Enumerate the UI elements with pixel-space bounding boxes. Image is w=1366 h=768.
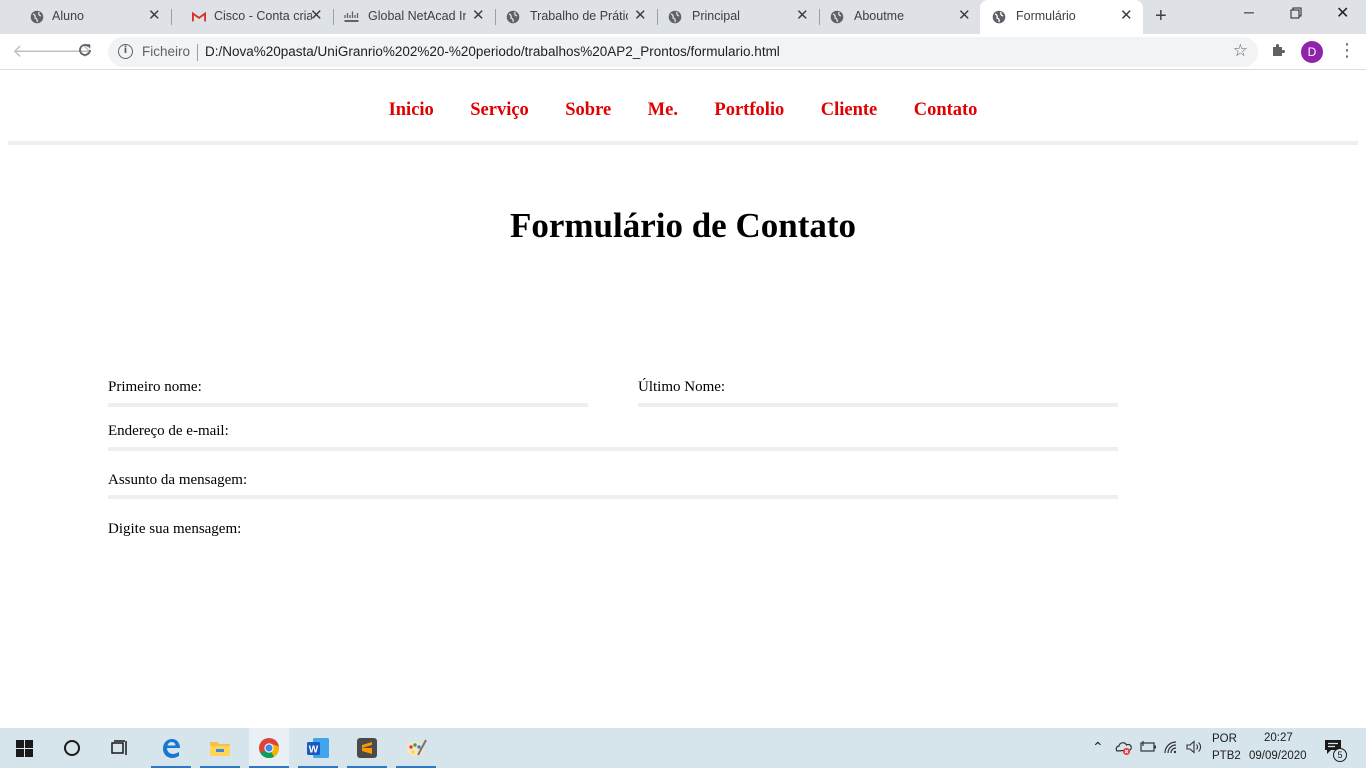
scheme-label: Ficheiro [142, 44, 191, 59]
url-text[interactable]: D:/Nova%20pasta/UniGranrio%202%20-%20per… [205, 44, 780, 59]
wifi-icon[interactable] [1163, 740, 1181, 757]
volume-icon[interactable] [1186, 740, 1204, 757]
globe-icon [30, 10, 44, 24]
bookmark-star-icon[interactable]: ☆ [1233, 41, 1248, 61]
extensions-icon[interactable] [1270, 42, 1286, 63]
globe-icon [506, 10, 520, 24]
battery-icon[interactable] [1139, 740, 1157, 757]
tab-principal[interactable]: Principal ✕ [656, 0, 818, 34]
last-name-label: Último Nome: [638, 379, 726, 395]
paint-icon[interactable] [396, 728, 436, 768]
first-name-label: Primeiro nome: [108, 379, 202, 395]
close-window-button[interactable]: ✕ [1336, 3, 1349, 23]
cisco-icon [344, 10, 360, 24]
restore-button[interactable] [1290, 6, 1302, 22]
subject-input[interactable] [108, 495, 1118, 499]
tab-aluno[interactable]: Aluno ✕ [8, 0, 170, 34]
tab-cisco-conta[interactable]: Cisco - Conta criada ✕ [170, 0, 332, 34]
address-divider [197, 44, 198, 61]
chrome-icon[interactable] [249, 728, 289, 768]
tab-title: Cisco - Conta criada [214, 9, 312, 23]
nav-link-sobre[interactable]: Sobre [565, 100, 611, 120]
new-tab-button[interactable]: + [1155, 6, 1167, 26]
close-icon[interactable]: ✕ [148, 8, 161, 24]
tab-title: Trabalho de Prática [530, 9, 628, 23]
info-icon[interactable]: i [118, 44, 133, 59]
browser-tab-strip: Aluno ✕ Cisco - Conta criada ✕ Global Ne… [0, 0, 1366, 34]
file-explorer-icon[interactable] [200, 728, 240, 768]
tab-title: Aboutme [854, 9, 905, 23]
windows-taskbar: W ⌃ POR PTB2 20:27 09/09/2020 5 [0, 728, 1366, 768]
email-input[interactable] [108, 447, 1118, 451]
nav-link-contato[interactable]: Contato [914, 100, 978, 120]
start-icon[interactable] [4, 728, 44, 768]
sublime-icon[interactable] [347, 728, 387, 768]
globe-icon [668, 10, 682, 24]
nav-divider [8, 141, 1358, 145]
globe-icon [830, 10, 844, 24]
reload-button[interactable] [77, 42, 93, 62]
clock-time[interactable]: 20:27 [1264, 732, 1293, 744]
page-title: Formulário de Contato [509, 206, 857, 245]
close-icon[interactable]: ✕ [796, 8, 809, 24]
close-icon[interactable]: ✕ [472, 8, 485, 24]
minimize-button[interactable]: ─ [1244, 4, 1254, 20]
browser-toolbar: 🡐 🡒 i Ficheiro D:/Nova%20pasta/UniGranri… [0, 34, 1366, 70]
tab-title: Global NetAcad Inf [368, 9, 466, 23]
gmail-icon [192, 10, 206, 24]
notification-count: 5 [1333, 748, 1347, 762]
task-view-icon[interactable] [100, 728, 140, 768]
close-icon[interactable]: ✕ [958, 8, 971, 24]
word-icon[interactable]: W [298, 728, 338, 768]
tab-title: Formulário [1016, 9, 1076, 23]
close-icon[interactable]: ✕ [634, 8, 647, 24]
input-language[interactable]: POR [1212, 733, 1237, 745]
tab-aboutme[interactable]: Aboutme ✕ [818, 0, 980, 34]
nav-link-servico[interactable]: Serviço [470, 100, 529, 120]
menu-icon[interactable]: ⋮ [1338, 40, 1356, 61]
close-icon[interactable]: ✕ [1120, 8, 1133, 24]
onedrive-error-icon[interactable] [1115, 740, 1133, 759]
clock-date[interactable]: 09/09/2020 [1249, 750, 1307, 762]
address-bar[interactable]: i Ficheiro D:/Nova%20pasta/UniGranrio%20… [108, 37, 1258, 67]
tab-formulario[interactable]: Formulário ✕ [980, 0, 1143, 34]
show-hidden-icons-icon[interactable]: ⌃ [1092, 739, 1104, 756]
close-icon[interactable]: ✕ [310, 8, 323, 24]
tab-global-netacad[interactable]: Global NetAcad Inf ✕ [332, 0, 494, 34]
tab-title: Aluno [52, 9, 84, 23]
first-name-input[interactable] [108, 403, 588, 407]
last-name-input[interactable] [638, 403, 1118, 407]
nav-link-inicio[interactable]: Inicio [389, 100, 434, 120]
tab-trabalho[interactable]: Trabalho de Prática ✕ [494, 0, 656, 34]
profile-avatar[interactable]: D [1301, 41, 1323, 63]
site-navigation: Inicio Serviço Sobre Me. Portfolio Clien… [0, 100, 1366, 121]
nav-link-cliente[interactable]: Cliente [821, 100, 878, 120]
search-icon[interactable] [52, 728, 92, 768]
globe-icon [992, 10, 1006, 24]
keyboard-layout[interactable]: PTB2 [1212, 750, 1241, 762]
nav-link-portfolio[interactable]: Portfolio [714, 100, 784, 120]
svg-text:W: W [309, 745, 319, 756]
subject-label: Assunto da mensagem: [108, 472, 248, 488]
nav-link-me[interactable]: Me. [648, 100, 678, 120]
edge-icon[interactable] [151, 728, 191, 768]
email-label: Endereço de e-mail: [108, 423, 229, 439]
message-label: Digite sua mensagem: [108, 521, 242, 537]
tab-title: Principal [692, 9, 740, 23]
